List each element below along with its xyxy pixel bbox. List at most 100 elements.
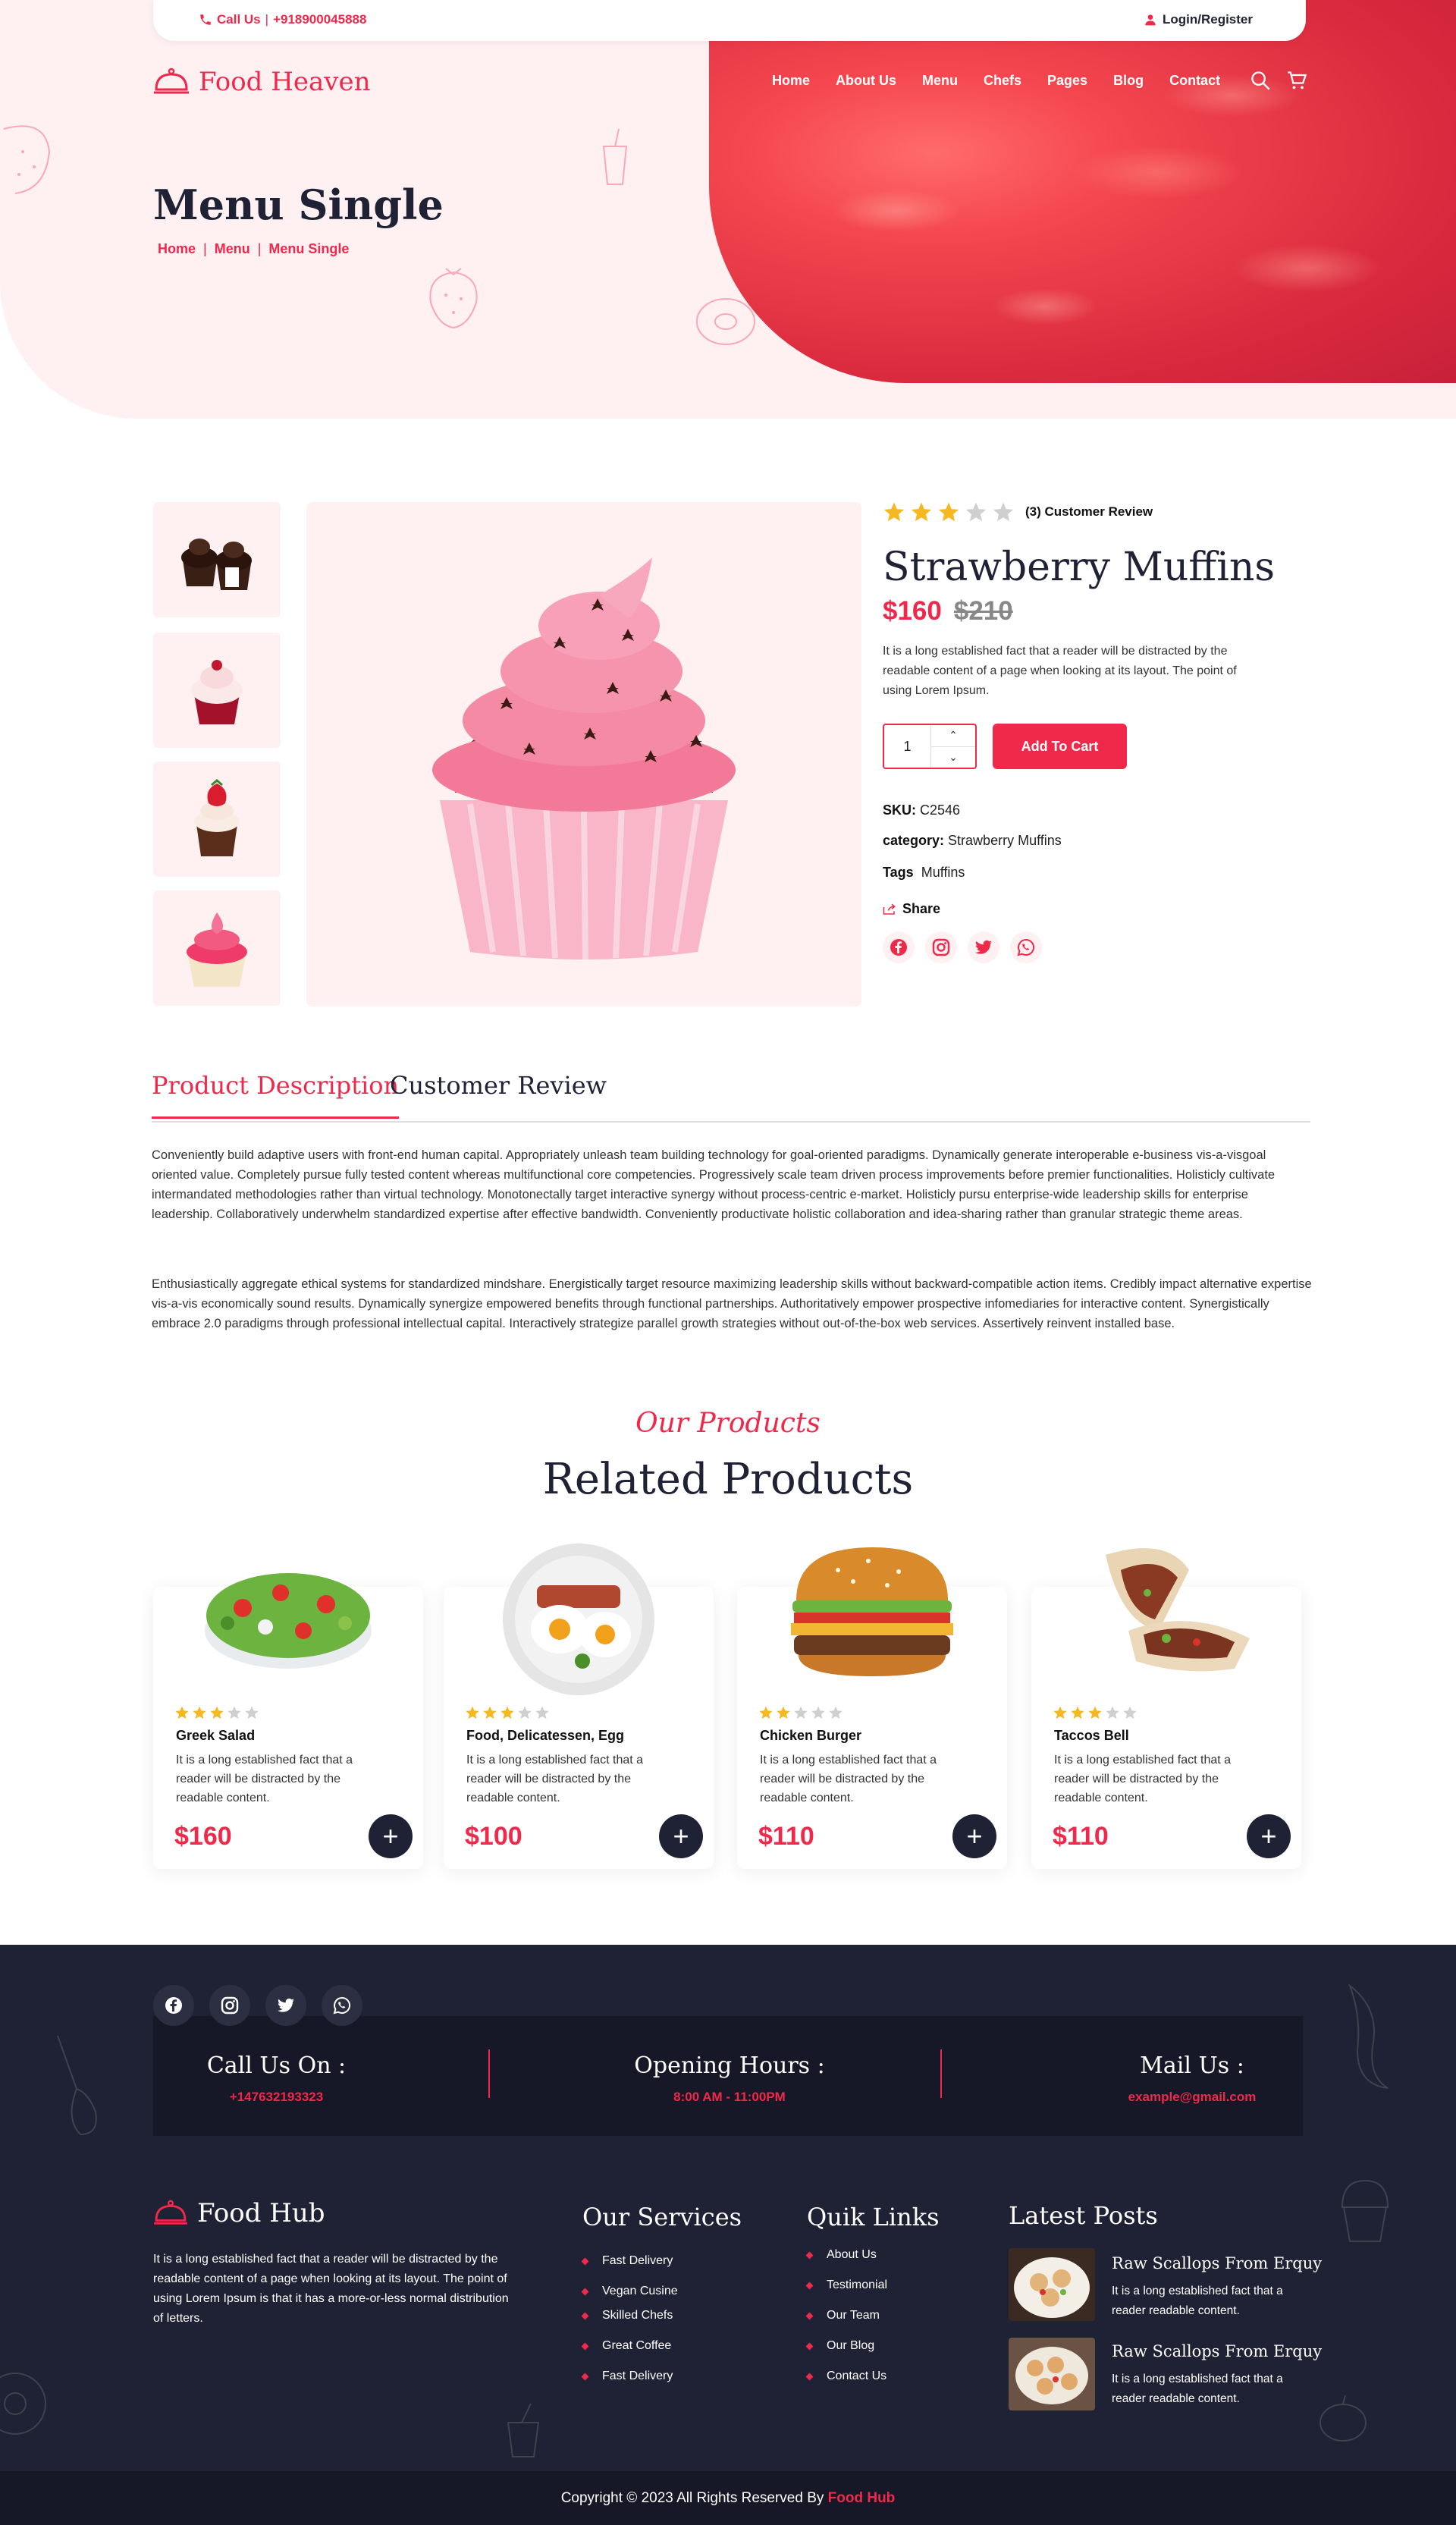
quantity-stepper[interactable]: 1 ⌃ ⌄ xyxy=(883,724,977,769)
brand-logo[interactable]: Food Heaven xyxy=(153,67,371,97)
review-count[interactable]: (3) Customer Review xyxy=(1025,504,1153,520)
nav-item-blog[interactable]: Blog xyxy=(1113,73,1144,89)
footer-twitter-button[interactable] xyxy=(265,1985,306,2026)
phone-icon xyxy=(200,14,211,25)
hero-banner-image xyxy=(709,0,1456,383)
product-card[interactable]: Taccos Bell It is a long established fac… xyxy=(1031,1548,1301,1869)
divider xyxy=(488,2049,490,2098)
quantity-value[interactable]: 1 xyxy=(884,725,931,768)
service-item[interactable]: Fast Delivery xyxy=(582,2254,678,2268)
nav-item-chefs[interactable]: Chefs xyxy=(984,73,1021,89)
opening-hours-title: Opening Hours : xyxy=(634,2052,825,2079)
nav-item-about-us[interactable]: About Us xyxy=(836,73,896,89)
add-to-cart-plus-button[interactable]: + xyxy=(659,1814,703,1858)
product-thumbnail-3[interactable] xyxy=(153,762,281,877)
tab-customer-review[interactable]: Customer Review xyxy=(390,1071,607,1100)
tag-value[interactable]: Muffins xyxy=(921,865,965,880)
star-filled-icon xyxy=(759,1706,773,1719)
quick-link-our-blog[interactable]: Our Blog xyxy=(807,2339,887,2353)
call-us-link[interactable]: Call Us | +918900045888 xyxy=(199,12,366,27)
tab-product-description[interactable]: Product Description xyxy=(152,1071,400,1119)
share-social-links xyxy=(883,931,1042,963)
product-tags: Tags Muffins xyxy=(883,865,965,881)
quick-link-contact-us[interactable]: Contact Us xyxy=(807,2370,887,2383)
section-title: Related Products xyxy=(542,1455,914,1504)
rating-stars xyxy=(883,501,1015,523)
quantity-up-icon[interactable]: ⌃ xyxy=(931,725,975,747)
product-price: $160 $210 xyxy=(883,596,1013,627)
nav-item-menu[interactable]: Menu xyxy=(922,73,958,89)
footer-instagram-button[interactable] xyxy=(209,1985,250,2026)
post-title[interactable]: Raw Scallops From Erquy xyxy=(1112,2342,1322,2360)
star-filled-icon xyxy=(777,1706,790,1719)
add-to-cart-plus-button[interactable]: + xyxy=(952,1814,996,1858)
product-card[interactable]: Greek Salad It is a long established fac… xyxy=(153,1573,423,1869)
quick-link-testimonial[interactable]: Testimonial xyxy=(807,2278,887,2292)
footer-brand-logo[interactable]: Food Hub xyxy=(153,2198,325,2228)
star-empty-icon xyxy=(245,1706,259,1719)
strawberry-muffin-image xyxy=(432,557,736,959)
nav-item-pages[interactable]: Pages xyxy=(1047,73,1087,89)
quantity-down-icon[interactable]: ⌄ xyxy=(931,747,975,768)
search-icon[interactable] xyxy=(1250,70,1271,91)
login-register-label: Login/Register xyxy=(1162,12,1253,27)
service-item[interactable]: Vegan Cusine xyxy=(582,2285,678,2298)
category-value[interactable]: Strawberry Muffins xyxy=(948,833,1062,848)
mail-us-value[interactable]: example@gmail.com xyxy=(1086,2090,1298,2105)
nav-item-contact[interactable]: Contact xyxy=(1169,73,1220,89)
card-title[interactable]: Chicken Burger xyxy=(760,1728,861,1744)
product-thumbnail-2[interactable] xyxy=(153,633,281,748)
call-us-value[interactable]: +147632193323 xyxy=(153,2090,400,2105)
whatsapp-share-button[interactable] xyxy=(1010,931,1042,963)
product-thumbnail-1[interactable] xyxy=(153,502,281,617)
quick-links-heading: Quik Links xyxy=(807,2203,940,2231)
footer-facebook-button[interactable] xyxy=(153,1985,194,2026)
product-card[interactable]: Food, Delicatessen, Egg It is a long est… xyxy=(444,1544,714,1869)
service-item[interactable]: Skilled Chefs xyxy=(582,2309,678,2322)
breadcrumb-home[interactable]: Home xyxy=(158,241,196,257)
drink-cup-doodle-icon xyxy=(602,128,628,185)
card-title[interactable]: Taccos Bell xyxy=(1054,1728,1129,1744)
nav-item-home[interactable]: Home xyxy=(772,73,810,89)
post-thumbnail[interactable] xyxy=(1009,2248,1095,2321)
login-register-link[interactable]: Login/Register xyxy=(1144,12,1253,27)
add-to-cart-button[interactable]: Add To Cart xyxy=(993,724,1127,769)
product-main-image xyxy=(306,502,861,1007)
star-empty-icon xyxy=(228,1706,241,1719)
copyright-brand-link[interactable]: Food Hub xyxy=(828,2490,896,2507)
twitter-share-button[interactable] xyxy=(968,931,999,963)
instagram-share-button[interactable] xyxy=(925,931,957,963)
post-thumbnail[interactable] xyxy=(1009,2338,1095,2410)
post-title[interactable]: Raw Scallops From Erquy xyxy=(1112,2254,1322,2272)
service-item[interactable]: Fast Delivery xyxy=(582,2370,678,2383)
product-card[interactable]: Chicken Burger It is a long established … xyxy=(737,1547,1007,1869)
card-rating xyxy=(174,1705,259,1720)
pink-swirl-cupcake-image xyxy=(187,912,247,987)
call-us-label: Call Us xyxy=(217,12,261,27)
quantity-arrows: ⌃ ⌄ xyxy=(931,725,975,768)
add-to-cart-plus-button[interactable]: + xyxy=(1247,1814,1291,1858)
cart-icon[interactable] xyxy=(1286,70,1307,91)
add-to-cart-plus-button[interactable]: + xyxy=(369,1814,413,1858)
star-filled-icon xyxy=(883,502,905,522)
mail-us-title: Mail Us : xyxy=(1140,2052,1244,2079)
description-paragraph-2: Enthusiastically aggregate ethical syste… xyxy=(152,1277,1312,1330)
product-thumbnail-4[interactable] xyxy=(153,890,281,1006)
description-paragraph-1: Conveniently build adaptive users with f… xyxy=(152,1148,1276,1221)
facebook-share-button[interactable] xyxy=(883,931,915,963)
quick-link-our-team[interactable]: Our Team xyxy=(807,2309,887,2322)
star-empty-icon xyxy=(1123,1706,1137,1719)
card-rating xyxy=(465,1705,550,1720)
card-price: $110 xyxy=(758,1822,814,1851)
breadcrumb-menu[interactable]: Menu xyxy=(215,241,250,257)
cloche-icon xyxy=(154,2200,187,2225)
footer: Call Us On : +147632193323 Opening Hours… xyxy=(0,1945,1456,2525)
quick-link-about-us[interactable]: About Us xyxy=(807,2248,887,2262)
service-item[interactable]: Great Coffee xyxy=(582,2339,678,2353)
top-bar: Call Us | +918900045888 Login/Register xyxy=(153,0,1306,41)
card-title[interactable]: Food, Delicatessen, Egg xyxy=(466,1728,624,1744)
card-title[interactable]: Greek Salad xyxy=(176,1728,255,1744)
footer-whatsapp-button[interactable] xyxy=(322,1985,362,2026)
cupcake-doodle-icon xyxy=(1341,2179,1389,2242)
star-filled-icon xyxy=(500,1706,514,1719)
